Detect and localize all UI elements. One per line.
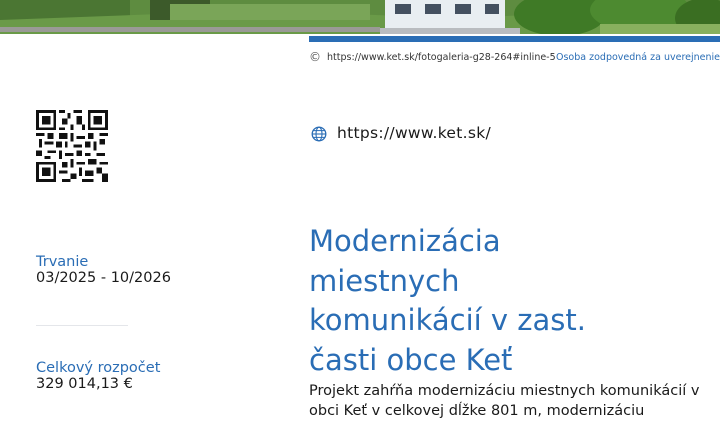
header-photo: [0, 0, 720, 34]
responsible-person-link[interactable]: Osoba zodpovedná za uverejnenie: [556, 52, 720, 63]
project-title: Modernizácia miestnych komunikácií v zas…: [309, 222, 709, 380]
budget-label: Celkový rozpočet: [36, 360, 161, 376]
project-description: Projekt zahŕňa modernizáciu miestnych ko…: [309, 383, 700, 419]
accent-rule: [309, 36, 720, 42]
website-link[interactable]: https://www.ket.sk/: [337, 124, 491, 142]
project-title-line: komunikácií v zast.: [309, 303, 586, 337]
globe-icon: [311, 126, 327, 142]
duration-field: Trvanie 03/2025 - 10/2026: [36, 254, 171, 286]
photo-credit: © https://www.ket.sk/fotogaleria-g28-264…: [309, 50, 720, 67]
duration-label: Trvanie: [36, 254, 89, 270]
project-title-line: časti obce Keť: [309, 342, 513, 377]
copyright-icon: ©: [309, 50, 321, 64]
duration-value: 03/2025 - 10/2026: [36, 270, 171, 286]
project-title-line: Modernizácia: [309, 224, 501, 258]
budget-value: 329 014,13 €: [36, 376, 133, 392]
budget-field: Celkový rozpočet 329 014,13 €: [36, 360, 160, 392]
aerial-photo-illustration: [0, 0, 720, 34]
section-divider: [36, 325, 128, 326]
project-title-line: miestnych: [309, 263, 460, 298]
qr-code-icon[interactable]: [36, 110, 108, 182]
photo-source-link[interactable]: https://www.ket.sk/fotogaleria-g28-264#i…: [327, 52, 556, 63]
